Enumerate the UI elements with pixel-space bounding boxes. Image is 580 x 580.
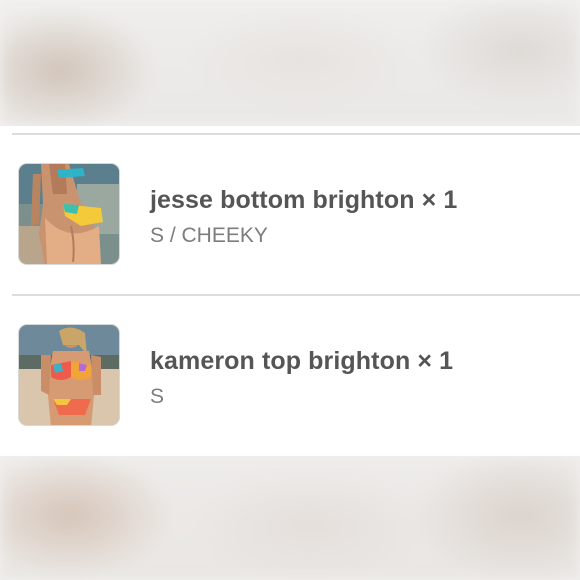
item-title: kameron top brighton × 1 — [150, 347, 454, 375]
item-variant: S — [150, 385, 165, 408]
divider-between-items — [12, 294, 580, 296]
line-item-kameron-top[interactable]: kameron top brighton × 1 S — [18, 324, 568, 428]
line-item-jesse-bottom[interactable]: jesse bottom brighton × 1 S / CHEEKY — [18, 163, 568, 267]
order-summary-panel: jesse bottom brighton × 1 S / CHEEKY kam… — [0, 126, 580, 456]
item-title: jesse bottom brighton × 1 — [150, 186, 458, 214]
divider-top — [12, 133, 580, 135]
item-variant: S / CHEEKY — [150, 224, 268, 247]
blurred-background-bottom — [0, 455, 580, 580]
product-thumbnail-bikini-bottom[interactable] — [18, 163, 120, 265]
product-photo-bikini-bottom — [19, 164, 119, 264]
product-thumbnail-bikini-top[interactable] — [18, 324, 120, 426]
screenshot-frame: jesse bottom brighton × 1 S / CHEEKY kam… — [0, 0, 580, 580]
product-photo-bikini-top — [19, 325, 119, 425]
blurred-background-top — [0, 0, 580, 126]
